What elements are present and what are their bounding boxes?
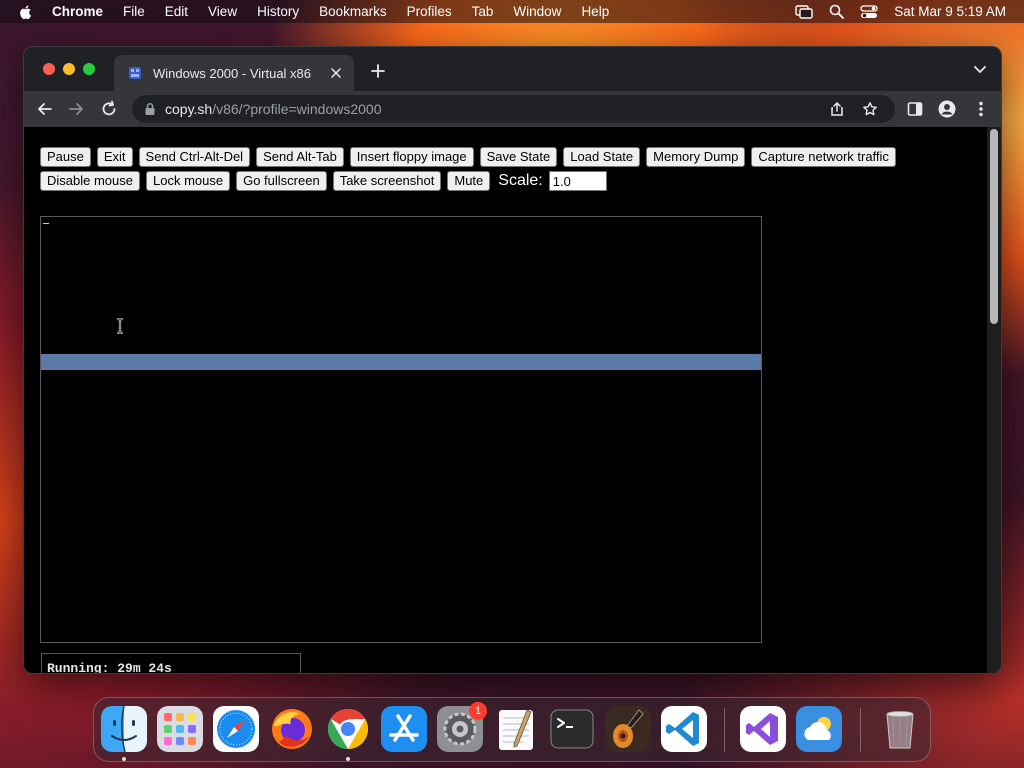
profile-avatar-icon[interactable] (938, 100, 956, 118)
lock-mouse-button[interactable]: Lock mouse (146, 171, 231, 191)
mute-button[interactable]: Mute (447, 171, 491, 191)
boot-progress-bar (41, 354, 761, 370)
garageband-icon[interactable] (605, 706, 651, 752)
tab-title: Windows 2000 - Virtual x86 (153, 65, 312, 81)
disable-mouse-button[interactable]: Disable mouse (40, 171, 140, 191)
pause-button[interactable]: Pause (40, 147, 91, 167)
v86-favicon-icon (129, 67, 141, 79)
share-icon[interactable] (829, 101, 845, 117)
menu-file[interactable]: File (123, 4, 145, 19)
menu-profiles[interactable]: Profiles (407, 4, 452, 19)
bookmark-star-icon[interactable] (862, 101, 878, 117)
save-state-button[interactable]: Save State (479, 147, 558, 167)
take-screenshot-button[interactable]: Take screenshot (332, 171, 442, 191)
menu-help[interactable]: Help (581, 4, 609, 19)
trash-icon[interactable] (877, 706, 923, 752)
browser-window: Windows 2000 - Virtual x86 copy.sh /v86/… (23, 46, 1002, 674)
running-status: Running: 29m 24s (41, 653, 301, 673)
window-zoom-button[interactable] (83, 63, 95, 75)
menu-bookmarks[interactable]: Bookmarks (319, 4, 387, 19)
tab-search-chevron-icon[interactable] (973, 65, 987, 75)
system-preferences-badge: 1 (469, 702, 487, 720)
back-arrow-icon[interactable] (36, 100, 54, 118)
control-center-icon[interactable] (860, 4, 878, 19)
reload-icon[interactable] (100, 100, 118, 118)
window-minimize-button[interactable] (63, 63, 75, 75)
spotlight-search-icon[interactable] (829, 4, 845, 19)
scale-label: Scale: (498, 172, 543, 189)
menubar-clock[interactable]: Sat Mar 9 5:19 AM (894, 4, 1006, 19)
menu-edit[interactable]: Edit (165, 4, 188, 19)
firefox-icon[interactable] (269, 706, 315, 752)
tab-close-icon[interactable] (328, 65, 344, 81)
load-state-button[interactable]: Load State (563, 147, 641, 167)
menu-window[interactable]: Window (513, 4, 561, 19)
finder-running-indicator (122, 757, 126, 761)
lock-icon[interactable] (143, 102, 157, 116)
apple-icon[interactable] (18, 4, 34, 20)
page-content: Pause Exit Send Ctrl-Alt-Del Send Alt-Ta… (24, 127, 989, 673)
textedit-icon[interactable] (493, 706, 539, 752)
dock-separator-trash (860, 708, 861, 752)
chrome-menu-icon[interactable] (974, 100, 988, 118)
terminal-icon[interactable] (549, 706, 595, 752)
menu-view[interactable]: View (208, 4, 237, 19)
menu-bar: Chrome File Edit View History Bookmarks … (0, 0, 1024, 23)
app-store-icon[interactable] (381, 706, 427, 752)
browser-toolbar: copy.sh/v86/?profile=windows2000 (24, 91, 1001, 127)
send-ctrl-alt-del-button[interactable]: Send Ctrl-Alt-Del (138, 147, 251, 167)
safari-icon[interactable] (213, 706, 259, 752)
url-host: copy.sh (165, 101, 213, 117)
controls-row-2: Disable mouse Lock mouse Go fullscreen T… (40, 171, 960, 191)
chrome-running-indicator (346, 757, 350, 761)
screen-mirroring-icon[interactable] (795, 4, 813, 19)
weather-icon[interactable] (796, 706, 842, 752)
emulator-controls: Pause Exit Send Ctrl-Alt-Del Send Alt-Ta… (40, 147, 960, 195)
launchpad-icon[interactable] (157, 706, 203, 752)
text-cursor (43, 223, 49, 224)
finder-icon[interactable] (101, 706, 147, 752)
new-tab-icon[interactable] (370, 63, 386, 79)
side-panel-icon[interactable] (907, 101, 923, 117)
address-bar[interactable]: copy.sh/v86/?profile=windows2000 (132, 95, 895, 123)
visual-studio-icon[interactable] (740, 706, 786, 752)
menu-tab[interactable]: Tab (472, 4, 494, 19)
dock-separator (724, 708, 725, 752)
emulator-screen[interactable] (40, 216, 762, 643)
menu-chrome[interactable]: Chrome (52, 4, 103, 19)
exit-button[interactable]: Exit (96, 147, 133, 167)
send-alt-tab-button[interactable]: Send Alt-Tab (256, 147, 344, 167)
controls-row-1: Pause Exit Send Ctrl-Alt-Del Send Alt-Ta… (40, 147, 960, 167)
ibeam-cursor-icon (117, 318, 123, 334)
capture-network-traffic-button[interactable]: Capture network traffic (751, 147, 896, 167)
go-fullscreen-button[interactable]: Go fullscreen (236, 171, 327, 191)
tab-strip: Windows 2000 - Virtual x86 (24, 47, 1001, 91)
tab-windows-2000[interactable]: Windows 2000 - Virtual x86 (114, 55, 354, 91)
scale-input[interactable] (548, 171, 607, 191)
insert-floppy-image-button[interactable]: Insert floppy image (349, 147, 474, 167)
forward-arrow-icon[interactable] (67, 100, 85, 118)
page-scrollbar[interactable] (987, 127, 1001, 673)
vscode-icon[interactable] (661, 706, 707, 752)
chrome-icon[interactable] (325, 706, 371, 752)
dock: 1 (93, 697, 931, 762)
scrollbar-thumb[interactable] (990, 129, 998, 324)
memory-dump-button[interactable]: Memory Dump (646, 147, 746, 167)
window-close-button[interactable] (43, 63, 55, 75)
url-path: /v86/?profile=windows2000 (212, 101, 382, 117)
menu-history[interactable]: History (257, 4, 299, 19)
